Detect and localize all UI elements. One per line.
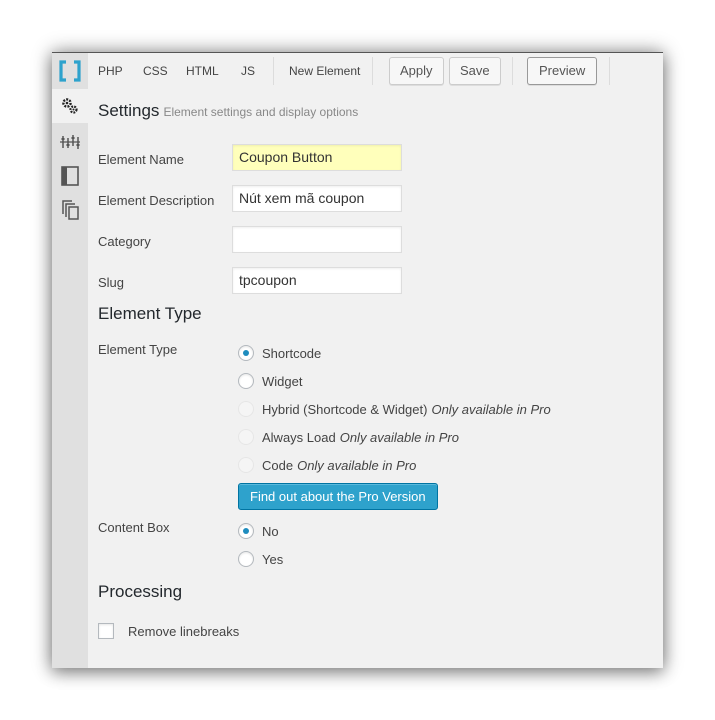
slug-input[interactable]: tpcoupon bbox=[232, 267, 402, 294]
radio-button bbox=[238, 401, 254, 417]
settings-title: Settings bbox=[98, 101, 160, 120]
processing-heading: Processing bbox=[98, 582, 183, 601]
panel-icon bbox=[61, 166, 79, 186]
apply-button[interactable]: Apply bbox=[389, 57, 444, 85]
element-description-label: Element Description bbox=[98, 193, 215, 208]
element-name-label: Element Name bbox=[98, 152, 184, 167]
radio-button bbox=[238, 429, 254, 445]
settings-panel: Settings Element settings and display opt… bbox=[88, 89, 663, 668]
radio-label: Code bbox=[262, 457, 294, 473]
side-rail bbox=[52, 89, 88, 668]
element-type-label: Element Type bbox=[98, 342, 178, 357]
layout-tab[interactable] bbox=[52, 125, 88, 159]
radio-button[interactable] bbox=[238, 551, 254, 567]
panel-tab[interactable] bbox=[52, 159, 88, 193]
editor-window: PHP CSS HTML JS New Element Apply Save P… bbox=[52, 52, 663, 668]
element-type-heading: Element Type bbox=[98, 304, 202, 323]
radio-content-box-no[interactable]: No bbox=[238, 523, 279, 539]
element-description-input[interactable]: Nút xem mã coupon bbox=[232, 185, 402, 212]
remove-linebreaks-checkbox[interactable] bbox=[98, 623, 114, 639]
radio-label: Always Load bbox=[262, 429, 336, 445]
remove-linebreaks-label: Remove linebreaks bbox=[128, 623, 240, 639]
copy-icon bbox=[62, 200, 79, 220]
radio-content-box-yes[interactable]: Yes bbox=[238, 551, 283, 567]
page-title: Settings Element settings and display opt… bbox=[98, 101, 358, 121]
pro-only-note: Only available in Pro bbox=[297, 457, 417, 473]
radio-button[interactable] bbox=[238, 373, 254, 389]
radio-button[interactable] bbox=[238, 523, 254, 539]
settings-subtitle: Element settings and display options bbox=[163, 105, 359, 119]
copy-tab[interactable] bbox=[52, 193, 88, 227]
radio-label: Yes bbox=[262, 551, 284, 567]
toolbar-divider bbox=[273, 57, 274, 85]
radio-code: Code Only available in Pro bbox=[238, 457, 416, 473]
gears-icon bbox=[62, 98, 78, 114]
category-input[interactable] bbox=[232, 226, 402, 253]
radio-widget[interactable]: Widget bbox=[238, 373, 302, 389]
radio-always-load: Always Load Only available in Pro bbox=[238, 429, 459, 445]
toolbar-divider bbox=[372, 57, 373, 85]
tab-js[interactable]: JS bbox=[241, 64, 255, 78]
radio-hybrid: Hybrid (Shortcode & Widget) Only availab… bbox=[238, 401, 551, 417]
remove-linebreaks-option[interactable]: Remove linebreaks bbox=[98, 623, 239, 639]
slug-label: Slug bbox=[98, 275, 125, 290]
category-label: Category bbox=[98, 234, 151, 249]
settings-tab[interactable] bbox=[52, 89, 88, 123]
radio-button[interactable] bbox=[238, 345, 254, 361]
radio-button bbox=[238, 457, 254, 473]
save-button[interactable]: Save bbox=[449, 57, 501, 85]
element-name-input[interactable]: Coupon Button bbox=[232, 144, 402, 171]
tab-php[interactable]: PHP bbox=[98, 64, 123, 78]
content-box-label: Content Box bbox=[98, 520, 170, 535]
toolbar-divider bbox=[512, 57, 513, 85]
radio-label: Shortcode bbox=[262, 345, 322, 361]
pro-only-note: Only available in Pro bbox=[431, 401, 551, 417]
radio-label: Widget bbox=[262, 373, 303, 389]
pro-only-note: Only available in Pro bbox=[339, 429, 459, 445]
toolbar-divider bbox=[609, 57, 610, 85]
toolbar: PHP CSS HTML JS New Element Apply Save P… bbox=[52, 53, 663, 89]
tab-css[interactable]: CSS bbox=[143, 64, 168, 78]
new-element-link[interactable]: New Element bbox=[289, 64, 360, 78]
pro-version-button[interactable]: Find out about the Pro Version bbox=[238, 483, 438, 510]
sliders-icon bbox=[60, 135, 80, 149]
radio-label: Hybrid (Shortcode & Widget) bbox=[262, 401, 428, 417]
bracket-logo-icon bbox=[52, 53, 88, 89]
radio-label: No bbox=[262, 523, 279, 539]
radio-shortcode[interactable]: Shortcode bbox=[238, 345, 321, 361]
preview-button[interactable]: Preview bbox=[527, 57, 598, 85]
tab-html[interactable]: HTML bbox=[186, 64, 219, 78]
